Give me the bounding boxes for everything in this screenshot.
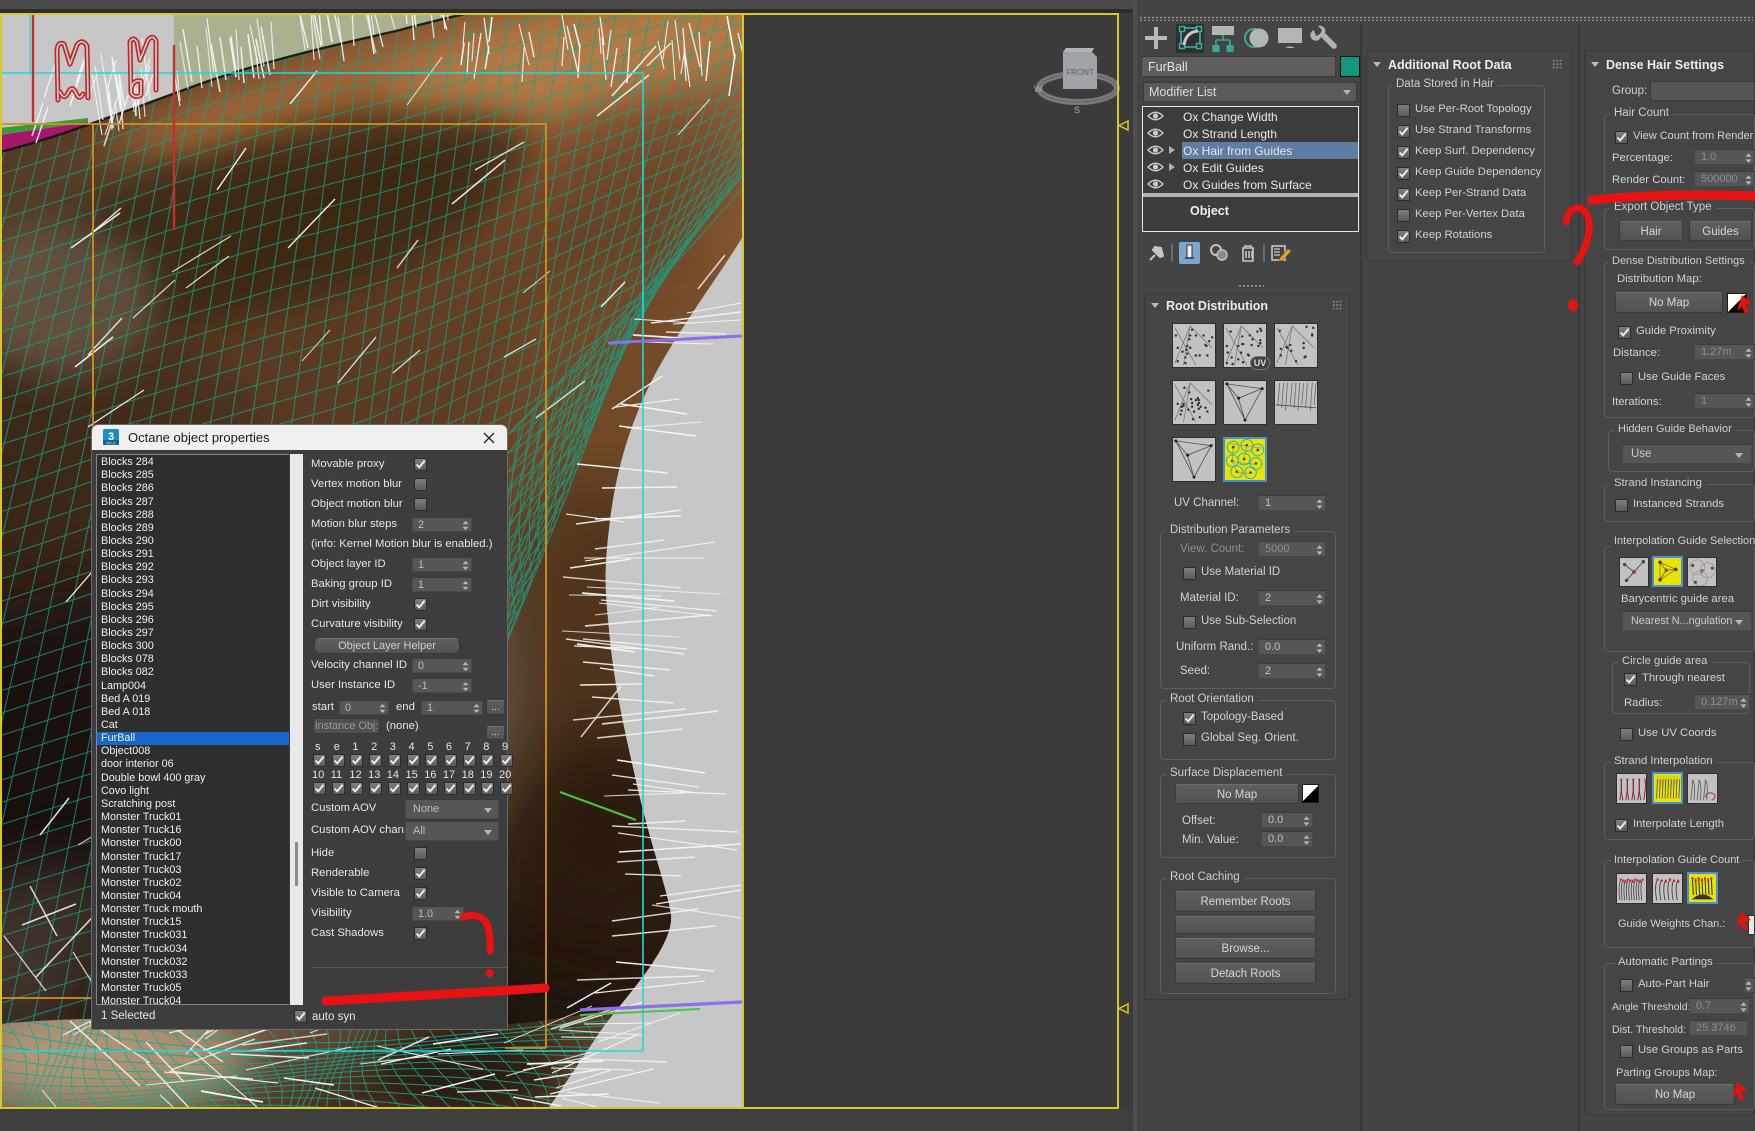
svg-text:MAX: MAX — [106, 441, 116, 445]
svg-text:S: S — [1074, 105, 1080, 115]
svg-text:W: W — [1034, 84, 1043, 94]
svg-text:FRONT: FRONT — [1066, 68, 1094, 77]
